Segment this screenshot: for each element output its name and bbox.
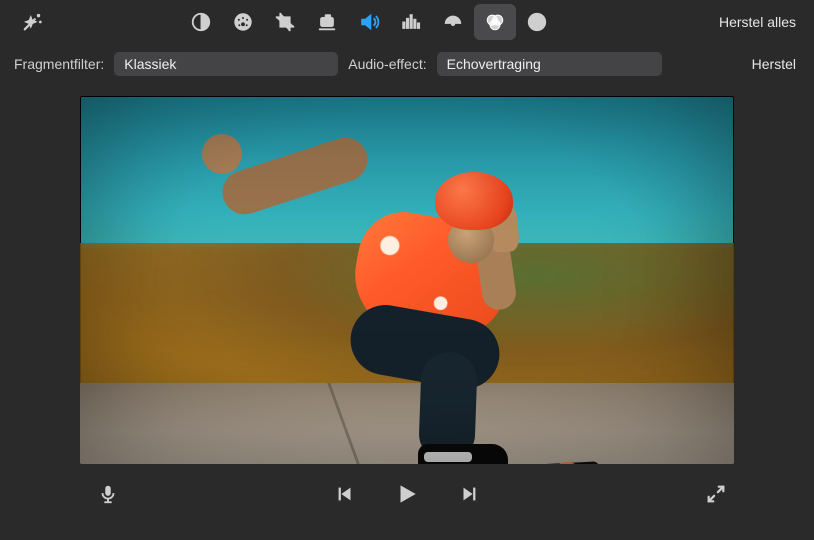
top-toolbar: Herstel alles (0, 0, 814, 44)
reset-all-button[interactable]: Herstel alles (713, 10, 802, 34)
volume-icon[interactable] (348, 4, 390, 40)
info-icon[interactable] (516, 4, 558, 40)
speed-icon[interactable] (432, 4, 474, 40)
filter-bar: Fragmentfilter: Klassiek Audio-effect: E… (0, 44, 814, 84)
play-button[interactable] (389, 476, 425, 512)
adjustment-tools (180, 4, 558, 40)
fragment-filter-label: Fragmentfilter: (14, 56, 104, 72)
stabilization-icon[interactable] (306, 4, 348, 40)
crop-icon[interactable] (264, 4, 306, 40)
color-balance-icon[interactable] (180, 4, 222, 40)
auto-enhance-icon[interactable] (12, 4, 54, 40)
previous-button[interactable] (327, 476, 363, 512)
fragment-filter-dropdown[interactable]: Klassiek (114, 52, 338, 76)
audio-effect-label: Audio-effect: (348, 56, 426, 72)
microphone-icon[interactable] (90, 476, 126, 512)
video-preview[interactable] (80, 96, 734, 464)
color-correction-icon[interactable] (222, 4, 264, 40)
audio-effect-dropdown[interactable]: Echovertraging (437, 52, 662, 76)
fullscreen-button[interactable] (698, 476, 734, 512)
filters-icon[interactable] (474, 4, 516, 40)
reset-button[interactable]: Herstel (748, 54, 800, 74)
noise-eq-icon[interactable] (390, 4, 432, 40)
next-button[interactable] (451, 476, 487, 512)
playback-controls (0, 464, 814, 524)
